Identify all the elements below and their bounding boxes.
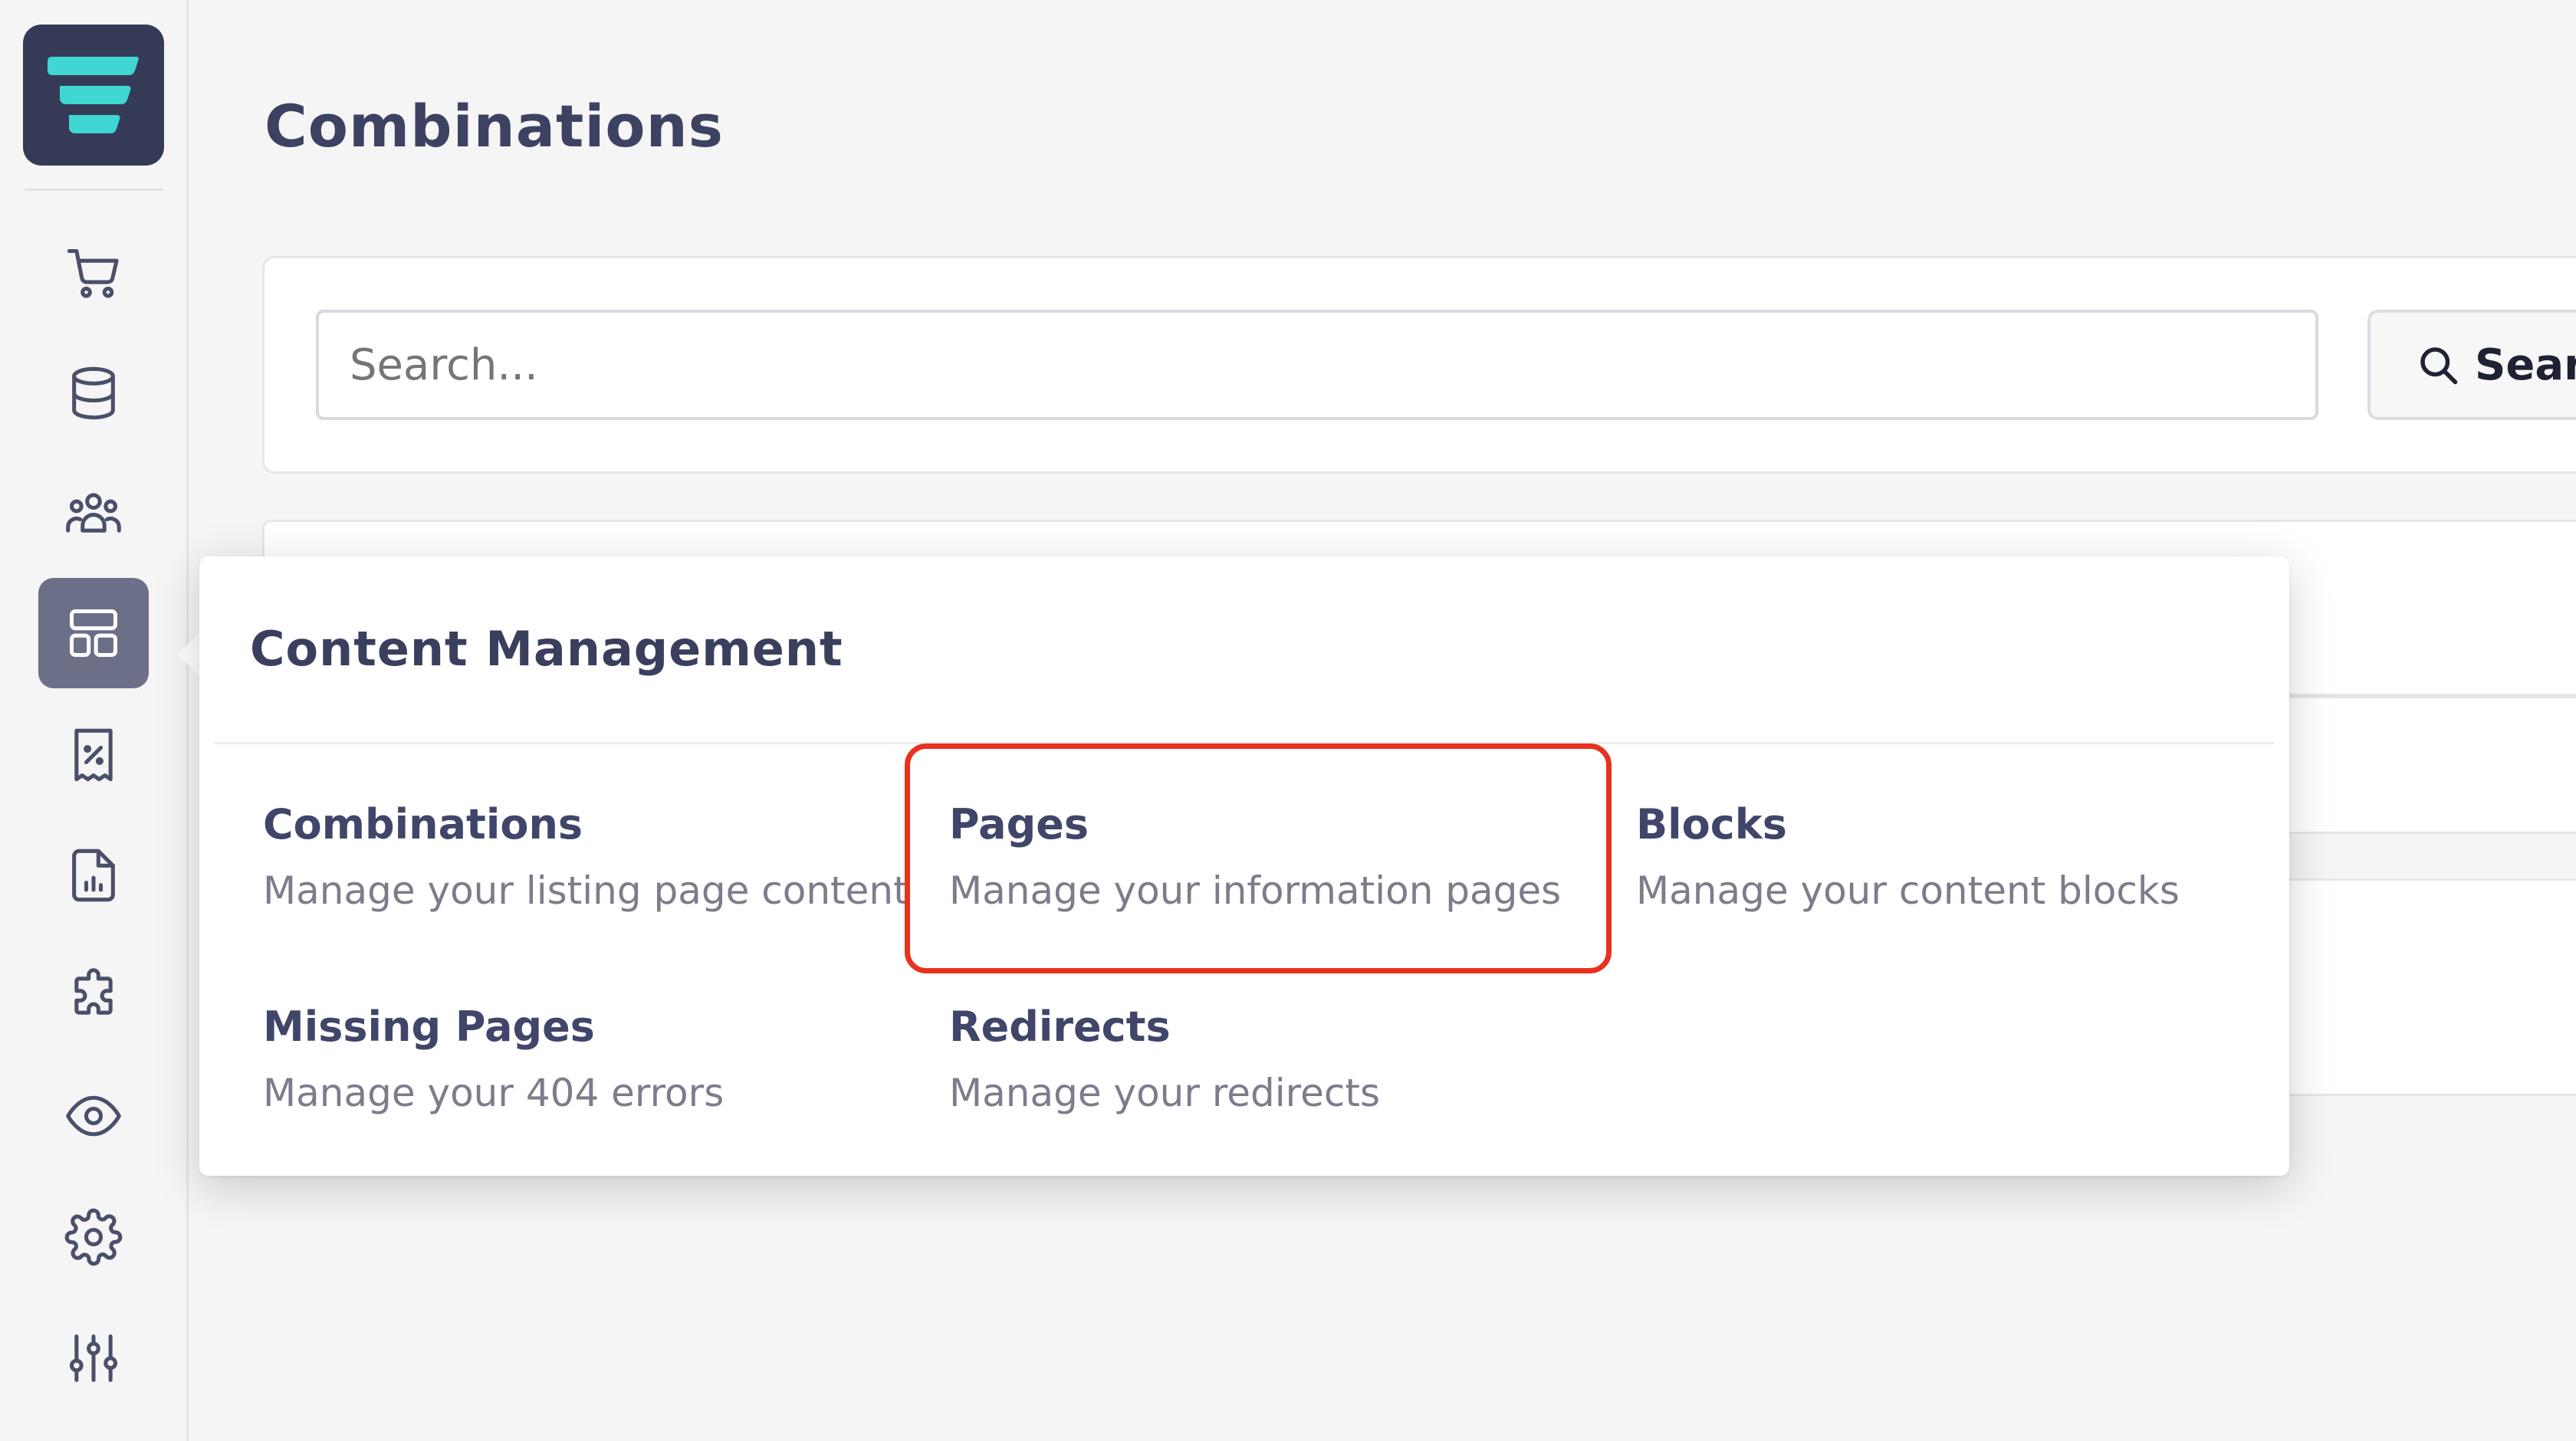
search-button[interactable]: Search — [2367, 310, 2576, 420]
menu-item-description: Manage your content blocks — [1636, 868, 2180, 913]
menu-item-label: Redirects — [949, 1003, 1171, 1051]
puzzle-icon — [74, 968, 113, 1015]
users-icon — [66, 493, 121, 533]
layout-icon — [69, 609, 118, 658]
eye-icon — [66, 1095, 121, 1137]
sidebar-item-promotions[interactable] — [38, 700, 149, 810]
receipt-percent-icon — [74, 728, 113, 782]
sidebar-item-extensions[interactable] — [38, 940, 149, 1051]
page-title: Combinations — [264, 92, 724, 160]
menu-item-label: Missing Pages — [263, 1003, 595, 1051]
sidebar-item-configuration[interactable] — [38, 1303, 149, 1413]
sidebar-item-reports[interactable] — [38, 820, 149, 931]
flyout-pointer — [178, 632, 201, 678]
menu-item-description: Manage your redirects — [949, 1071, 1381, 1115]
app: Combinations Search Content Management C… — [0, 0, 2576, 1441]
logo-icon — [48, 57, 139, 133]
sidebar-item-settings[interactable] — [38, 1182, 149, 1292]
report-icon — [72, 849, 115, 902]
menu-item-label: Combinations — [263, 800, 583, 849]
flyout-title: Content Management — [250, 621, 843, 677]
menu-item-label: Blocks — [1636, 800, 1787, 849]
database-icon — [72, 366, 115, 420]
content-management-flyout: Content Management Combinations Manage y… — [199, 556, 2289, 1176]
highlight-annotation — [905, 743, 1612, 973]
cart-icon — [67, 248, 119, 298]
sidebar-item-customers[interactable] — [38, 458, 149, 569]
sidebar-item-content[interactable] — [38, 578, 149, 688]
menu-item-blocks[interactable]: Blocks Manage your content blocks — [1636, 800, 2180, 913]
search-icon — [2420, 347, 2458, 385]
app-logo[interactable] — [23, 25, 164, 166]
search-button-label: Search — [2475, 340, 2576, 390]
search-input[interactable] — [316, 310, 2318, 420]
sidebar-item-catalog[interactable] — [38, 338, 149, 448]
gear-icon — [64, 1208, 123, 1266]
menu-item-redirects[interactable]: Redirects Manage your redirects — [949, 1003, 1380, 1115]
sidebar-divider — [25, 189, 163, 191]
menu-item-missing-pages[interactable]: Missing Pages Manage your 404 errors — [263, 1003, 724, 1115]
sidebar-item-preview[interactable] — [38, 1061, 149, 1171]
sidebar-item-orders[interactable] — [38, 218, 149, 328]
menu-item-combinations[interactable]: Combinations Manage your listing page co… — [263, 800, 909, 913]
menu-item-description: Manage your listing page content — [263, 868, 909, 913]
menu-item-description: Manage your 404 errors — [263, 1071, 724, 1115]
sidebar — [0, 0, 189, 1441]
sliders-icon — [69, 1334, 118, 1383]
